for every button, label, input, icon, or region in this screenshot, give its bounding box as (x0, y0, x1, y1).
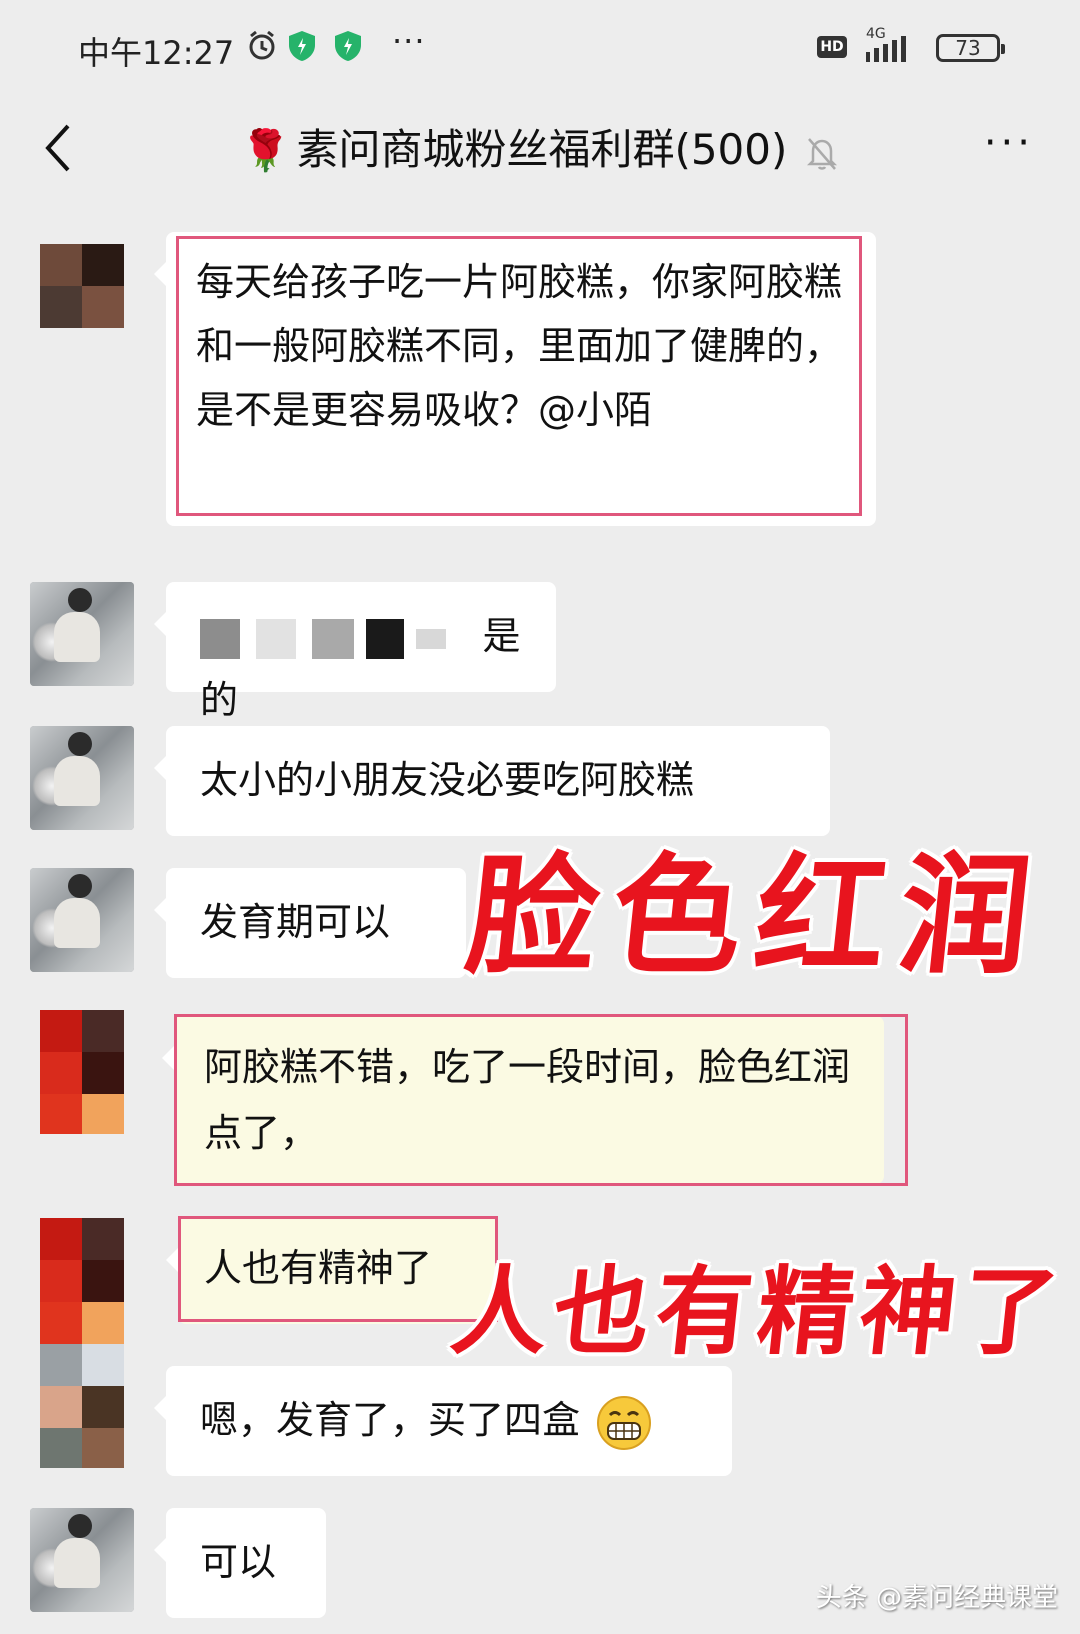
redacted-text (256, 618, 297, 659)
grin-emoji-icon (597, 1395, 652, 1450)
status-bar: 中午12:27 ··· HD 4G 73 (0, 0, 1080, 100)
redacted-text (200, 618, 240, 659)
chat-title-text: 素问商城粉丝福利群(500) (296, 125, 788, 174)
chat-header: 🌹 素问商城粉丝福利群(500) ··· (0, 100, 1080, 200)
avatar[interactable] (30, 868, 134, 972)
status-more-icon: ··· (392, 22, 426, 60)
message-text: 嗯，发育了，买了四盒 (200, 1398, 581, 1442)
security-shield-icon (289, 31, 315, 61)
security-shield-icon (335, 31, 361, 61)
overlay-caption: 脸色红润 (460, 839, 1053, 992)
avatar[interactable] (40, 1218, 124, 1468)
message-text: 太小的小朋友没必要吃阿胶糕 (200, 758, 695, 802)
message-bubble[interactable]: 人也有精神了 (166, 1218, 498, 1324)
watermark: 头条 @素问经典课堂 (815, 1583, 1058, 1613)
avatar[interactable] (30, 1508, 134, 1612)
message-bubble[interactable]: 可以 (154, 1508, 326, 1618)
status-time: 中午12:27 (78, 34, 235, 72)
hd-voice-icon: HD (817, 36, 847, 58)
rose-icon: 🌹 (240, 128, 291, 174)
message-text: 发育期可以 (200, 900, 391, 944)
message-bubble[interactable]: 发育期可以 (154, 868, 466, 978)
muted-bell-icon (807, 137, 838, 170)
chat-title: 🌹 素问商城粉丝福利群(500) (0, 116, 1080, 177)
battery-icon: 73 (936, 34, 1005, 62)
message-text: 是的 (200, 614, 521, 722)
message-bubble[interactable]: 每天给孩子吃一片阿胶糕，你家阿胶糕和一般阿胶糕不同，里面加了健脾的，是不是更容易… (154, 232, 876, 526)
message-bubble[interactable]: 阿胶糕不错，吃了一段时间，脸色红润点了， (162, 1016, 884, 1184)
message-bubble[interactable]: 是的 (154, 582, 556, 722)
message-text: 阿胶糕不错，吃了一段时间，脸色红润点了， (204, 1045, 851, 1155)
overlay-caption: 人也有精神了 (446, 1255, 1070, 1368)
signal-strength-icon (866, 36, 906, 62)
redacted-text (416, 628, 447, 649)
avatar[interactable] (40, 1010, 124, 1134)
avatar[interactable] (30, 726, 134, 830)
message-text: 人也有精神了 (204, 1246, 433, 1290)
redacted-text (366, 618, 405, 659)
avatar[interactable] (30, 582, 134, 686)
redacted-text (312, 618, 355, 659)
avatar[interactable] (40, 244, 124, 328)
message-text: 可以 (200, 1540, 277, 1584)
message-text: 每天给孩子吃一片阿胶糕，你家阿胶糕和一般阿胶糕不同，里面加了健脾的，是不是更容易… (196, 260, 843, 432)
more-options-button[interactable]: ··· (984, 120, 1034, 166)
alarm-clock-icon (249, 30, 275, 60)
message-bubble[interactable]: 嗯，发育了，买了四盒 (154, 1366, 732, 1476)
message-bubble[interactable]: 太小的小朋友没必要吃阿胶糕 (154, 726, 830, 836)
